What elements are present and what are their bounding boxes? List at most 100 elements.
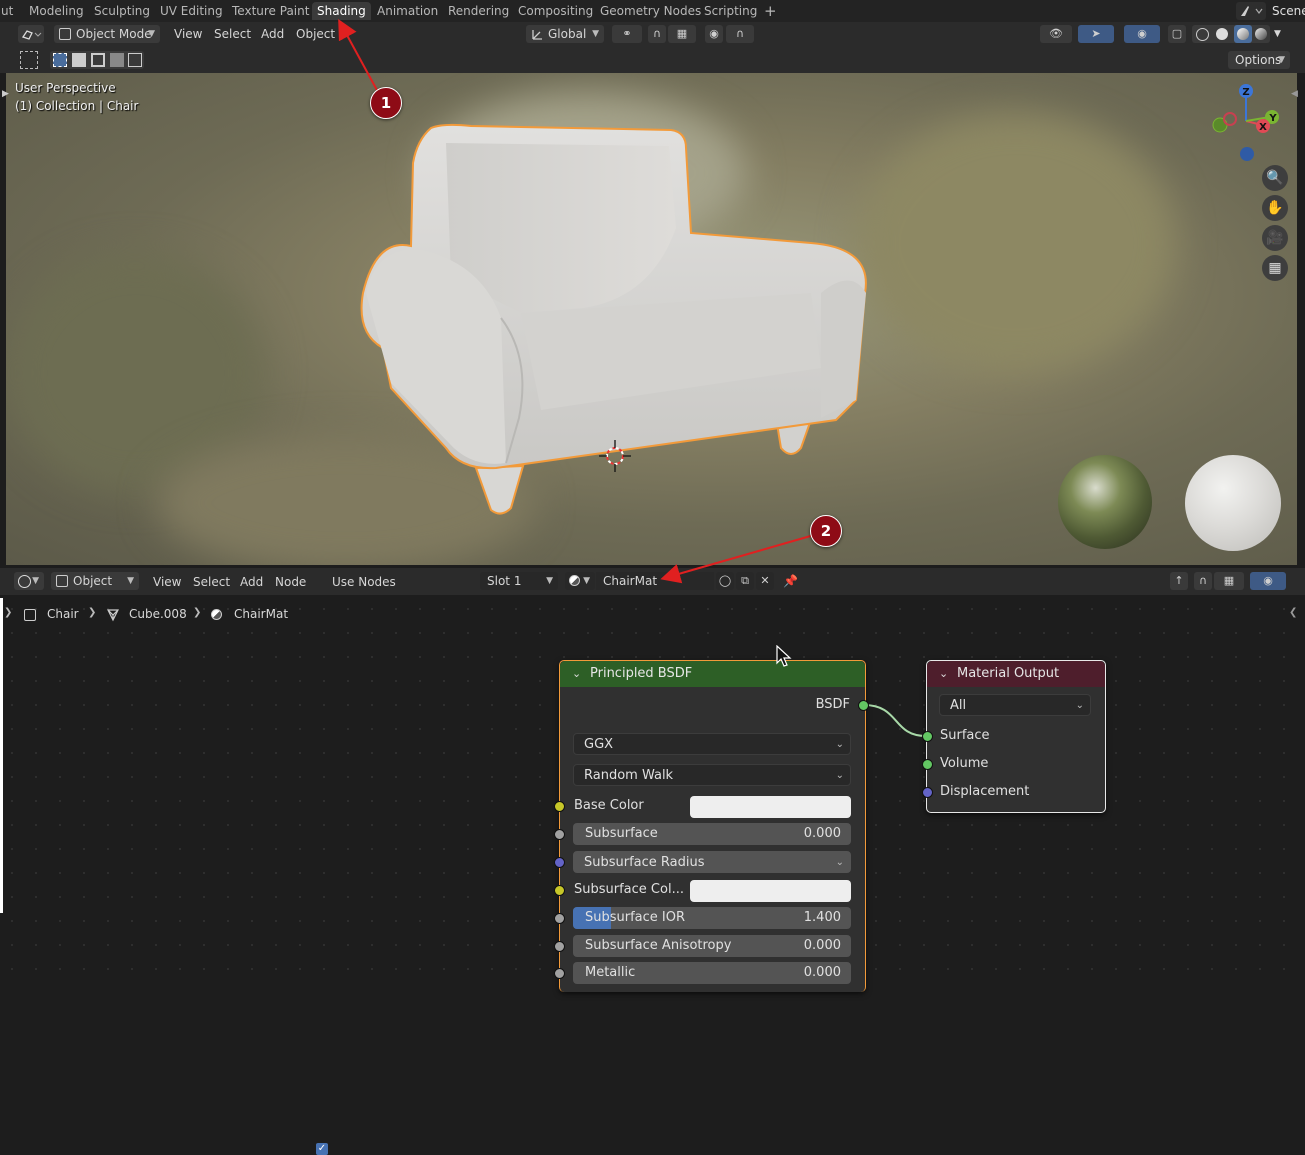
material-preview-button[interactable]: [1234, 25, 1252, 43]
subsurface-color-socket[interactable]: [554, 885, 565, 896]
xray-toggle[interactable]: ▢: [1168, 25, 1186, 43]
snap-toggle[interactable]: ∩: [648, 25, 666, 43]
scene-selector[interactable]: [1236, 2, 1266, 20]
browse-material-button[interactable]: ▼: [565, 572, 595, 590]
select-subtract-icon[interactable]: [91, 53, 105, 67]
base-color-swatch[interactable]: [690, 796, 851, 818]
base-color-socket[interactable]: [554, 801, 565, 812]
tab-animation[interactable]: Animation: [372, 2, 443, 20]
pin-icon[interactable]: 📌: [783, 572, 798, 590]
rendered-shading-icon[interactable]: [1255, 28, 1267, 40]
node-snap-toggle[interactable]: ∩: [1194, 572, 1212, 590]
displacement-socket[interactable]: [922, 787, 933, 798]
tab-scripting[interactable]: Scripting: [699, 2, 762, 20]
visibility-button[interactable]: 👁: [1040, 25, 1072, 43]
camera-view-button[interactable]: 🎥: [1262, 225, 1288, 251]
tab-modeling[interactable]: Modeling: [24, 2, 89, 20]
orientation-dropdown[interactable]: Global ▼: [526, 25, 604, 43]
menu-select[interactable]: Select: [193, 573, 230, 591]
subsurface-anisotropy-field[interactable]: Subsurface Anisotropy 0.000: [573, 935, 851, 957]
sidebar-toggle-icon[interactable]: ❮: [1289, 607, 1297, 618]
subsurface-field[interactable]: Subsurface 0.000: [573, 823, 851, 845]
collapse-chevron-icon[interactable]: ⌄: [572, 661, 581, 687]
overlay-toggle[interactable]: ◉: [1124, 25, 1160, 43]
select-extend-icon[interactable]: [72, 53, 86, 67]
select-invert-icon[interactable]: [110, 53, 124, 67]
pan-button[interactable]: ✋: [1262, 195, 1288, 221]
subsurface-radius-dropdown[interactable]: Subsurface Radius ⌄: [573, 851, 851, 873]
gizmo-toggle[interactable]: ➤: [1078, 25, 1114, 43]
node-snap-target-button[interactable]: ▦: [1214, 572, 1244, 590]
node-link[interactable]: [860, 700, 930, 742]
unlink-material-button[interactable]: ✕: [756, 572, 774, 590]
use-nodes-checkbox[interactable]: ✓: [316, 1143, 328, 1155]
subsurface-anisotropy-socket[interactable]: [554, 941, 565, 952]
menu-object[interactable]: Object: [296, 25, 335, 43]
mode-dropdown[interactable]: Object Mode ▼: [54, 25, 160, 43]
bsdf-output-socket[interactable]: [858, 700, 869, 711]
node-overlay-toggle[interactable]: ◉: [1250, 572, 1286, 590]
node-title-bar[interactable]: ⌄ Principled BSDF: [560, 661, 865, 687]
slot-dropdown[interactable]: Slot 1 ▼: [480, 572, 558, 590]
fake-user-button[interactable]: ◯: [716, 572, 734, 590]
select-intersect-icon[interactable]: [128, 53, 142, 67]
pivot-point-button[interactable]: ⚭: [612, 25, 642, 43]
subsurface-socket[interactable]: [554, 829, 565, 840]
principled-bsdf-node[interactable]: ⌄ Principled BSDF BSDF GGX ⌄ Random Walk…: [559, 660, 866, 992]
node-title-bar[interactable]: ⌄ Material Output: [927, 661, 1105, 687]
sidebar-toggle-icon[interactable]: ◀: [1291, 89, 1298, 99]
shading-options-chevron[interactable]: ▼: [1274, 25, 1281, 43]
options-dropdown[interactable]: Options ▼: [1228, 51, 1290, 69]
surface-socket[interactable]: [922, 731, 933, 742]
tab-compositing[interactable]: Compositing: [513, 2, 598, 20]
toolbar-toggle-icon[interactable]: ▶: [2, 89, 9, 99]
subsurface-ior-field[interactable]: Subsurface IOR 1.400: [573, 907, 851, 929]
tab-geometry-nodes[interactable]: Geometry Nodes: [595, 2, 706, 20]
tab-shading[interactable]: Shading: [312, 2, 371, 20]
subsurface-color-swatch[interactable]: [690, 880, 851, 902]
collapse-chevron-icon[interactable]: ⌄: [939, 661, 948, 687]
material-output-node[interactable]: ⌄ Material Output All ⌄ Surface Volume D…: [926, 660, 1106, 813]
metallic-socket[interactable]: [554, 968, 565, 979]
zoom-button[interactable]: 🔍: [1262, 165, 1288, 191]
subsurface-ior-socket[interactable]: [554, 913, 565, 924]
axis-neg-z-icon[interactable]: [1240, 147, 1254, 161]
wireframe-shading-icon[interactable]: [1196, 28, 1209, 41]
scene-name[interactable]: Scene: [1272, 2, 1305, 20]
chevron-right-icon: ❯: [193, 607, 202, 618]
select-box-tool-icon[interactable]: [20, 51, 38, 69]
subsurface-method-dropdown[interactable]: Random Walk ⌄: [573, 764, 851, 786]
navigation-gizmo[interactable]: Z Y X: [1206, 81, 1286, 161]
editor-type-button[interactable]: [18, 25, 44, 43]
output-target-dropdown[interactable]: All ⌄: [939, 694, 1091, 716]
tab-rendering[interactable]: Rendering: [443, 2, 514, 20]
metallic-field[interactable]: Metallic 0.000: [573, 962, 851, 984]
menu-add[interactable]: Add: [240, 573, 263, 591]
snap-target-button[interactable]: ▦: [668, 25, 696, 43]
falloff-button[interactable]: ∩: [726, 25, 754, 43]
menu-add[interactable]: Add: [261, 25, 284, 43]
add-workspace-button[interactable]: +: [759, 2, 782, 20]
menu-view[interactable]: View: [174, 25, 202, 43]
menu-view[interactable]: View: [153, 573, 181, 591]
menu-node[interactable]: Node: [275, 573, 306, 591]
solid-shading-icon[interactable]: [1216, 28, 1228, 40]
menu-select[interactable]: Select: [214, 25, 251, 43]
select-new-icon[interactable]: [53, 53, 67, 67]
parent-node-tree-button[interactable]: ↑: [1170, 572, 1188, 590]
material-name-field[interactable]: ChairMat: [596, 572, 714, 590]
tab-texture-paint[interactable]: Texture Paint: [227, 2, 314, 20]
shader-type-dropdown[interactable]: Object ▼: [51, 572, 139, 590]
distribution-dropdown[interactable]: GGX ⌄: [573, 733, 851, 755]
proportional-edit-toggle[interactable]: ◉: [705, 25, 723, 43]
tab-sculpting[interactable]: Sculpting: [89, 2, 155, 20]
duplicate-material-button[interactable]: ⧉: [736, 572, 754, 590]
tab-uv-editing[interactable]: UV Editing: [155, 2, 228, 20]
ortho-toggle-button[interactable]: ▦: [1262, 255, 1288, 281]
axis-neg-x-icon[interactable]: [1223, 112, 1237, 126]
3d-viewport[interactable]: User Perspective (1) Collection | Chair …: [6, 73, 1297, 565]
tab-layout[interactable]: ut: [0, 2, 18, 20]
volume-socket[interactable]: [922, 759, 933, 770]
editor-type-button[interactable]: ▼: [14, 572, 44, 590]
subsurface-radius-socket[interactable]: [554, 857, 565, 868]
